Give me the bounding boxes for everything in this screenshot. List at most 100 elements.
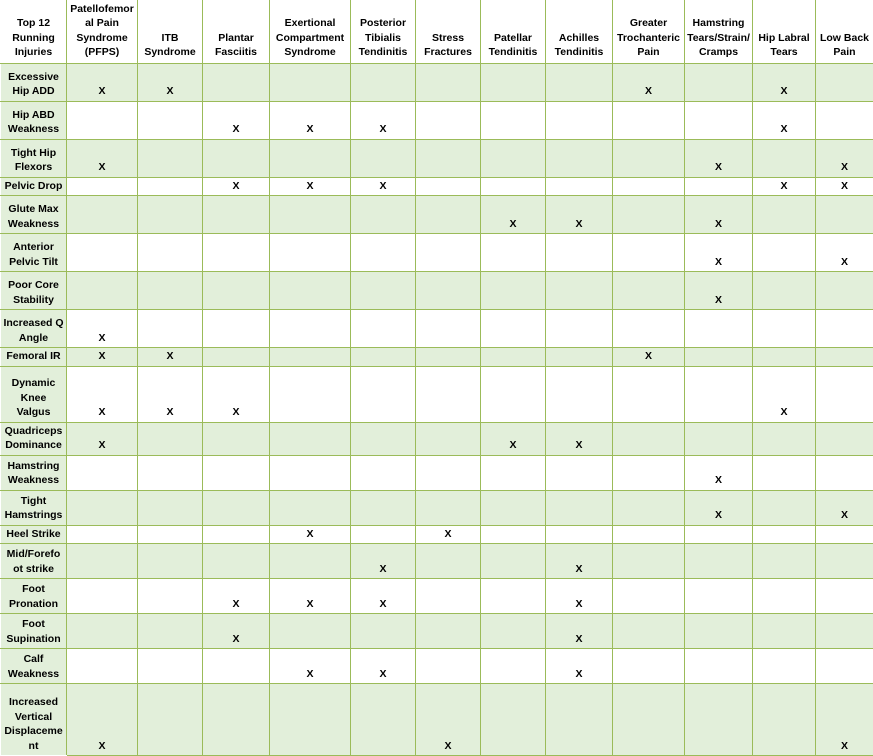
- cell-empty: [351, 455, 416, 490]
- cell-empty: [481, 544, 546, 579]
- cell-empty: [753, 139, 816, 177]
- cell-empty: [416, 490, 481, 525]
- cell-empty: [753, 455, 816, 490]
- cell-marked: X: [546, 649, 613, 684]
- cell-marked: X: [351, 101, 416, 139]
- cell-empty: [685, 101, 753, 139]
- cell-empty: [351, 366, 416, 422]
- cell-marked: X: [753, 101, 816, 139]
- cell-empty: [203, 649, 270, 684]
- cell-empty: [613, 614, 685, 649]
- cell-empty: [753, 422, 816, 455]
- column-header-11: Low Back Pain: [816, 1, 873, 64]
- cell-empty: [816, 455, 873, 490]
- table-row: Poor Core Stability X: [1, 272, 873, 310]
- table-row: Hamstring WeaknessX: [1, 455, 873, 490]
- cell-empty: [416, 649, 481, 684]
- cell-empty: [67, 455, 138, 490]
- cell-empty: [613, 366, 685, 422]
- cell-empty: [685, 544, 753, 579]
- row-header-16: Foot Supination: [1, 614, 67, 649]
- cell-empty: [685, 366, 753, 422]
- cell-marked: X: [351, 649, 416, 684]
- cell-empty: [613, 455, 685, 490]
- cell-empty: [613, 579, 685, 614]
- column-header-7: Achilles Tendinitis: [546, 1, 613, 64]
- cell-empty: [67, 272, 138, 310]
- cell-marked: X: [416, 525, 481, 543]
- cell-empty: [481, 455, 546, 490]
- table-row: Femoral IRXXX: [1, 348, 873, 366]
- cell-empty: [481, 348, 546, 366]
- cell-empty: [753, 490, 816, 525]
- cell-marked: X: [546, 614, 613, 649]
- cell-marked: X: [67, 422, 138, 455]
- cell-empty: [685, 348, 753, 366]
- cell-empty: [816, 614, 873, 649]
- cell-empty: [816, 348, 873, 366]
- column-header-10: Hip Labral Tears: [753, 1, 816, 64]
- cell-empty: [67, 579, 138, 614]
- cell-empty: [613, 422, 685, 455]
- cell-empty: [138, 234, 203, 272]
- cell-empty: [613, 684, 685, 756]
- cell-empty: [270, 455, 351, 490]
- cell-empty: [138, 101, 203, 139]
- cell-marked: X: [546, 196, 613, 234]
- cell-empty: [613, 234, 685, 272]
- cell-empty: [203, 684, 270, 756]
- cell-empty: [613, 101, 685, 139]
- table-row: Calf WeaknessXXX: [1, 649, 873, 684]
- running-injuries-matrix: Top 12 Running InjuriesPatellofemoral Pa…: [0, 0, 873, 756]
- cell-empty: [203, 63, 270, 101]
- cell-empty: [816, 196, 873, 234]
- table-row: Increased Q AngleX: [1, 310, 873, 348]
- cell-empty: [138, 544, 203, 579]
- cell-marked: X: [67, 348, 138, 366]
- row-header-4: Glute Max Weakness: [1, 196, 67, 234]
- cell-empty: [816, 366, 873, 422]
- table-row: Tight HamstringsXX: [1, 490, 873, 525]
- cell-empty: [203, 196, 270, 234]
- cell-empty: [613, 649, 685, 684]
- table-row: Foot PronationXXXX: [1, 579, 873, 614]
- table-row: Anterior Pelvic TiltXX: [1, 234, 873, 272]
- cell-marked: X: [816, 139, 873, 177]
- cell-empty: [481, 490, 546, 525]
- cell-marked: X: [138, 63, 203, 101]
- cell-empty: [753, 579, 816, 614]
- table-row: Dynamic Knee ValgusXXXX: [1, 366, 873, 422]
- cell-empty: [351, 684, 416, 756]
- cell-empty: [416, 422, 481, 455]
- row-header-6: Poor Core Stability: [1, 272, 67, 310]
- row-header-9: Dynamic Knee Valgus: [1, 366, 67, 422]
- cell-empty: [416, 579, 481, 614]
- cell-empty: [481, 684, 546, 756]
- column-header-2: Plantar Fasciitis: [203, 1, 270, 64]
- cell-empty: [416, 310, 481, 348]
- table-row: Excessive Hip ADDXXXX: [1, 63, 873, 101]
- cell-marked: X: [753, 63, 816, 101]
- cell-empty: [270, 684, 351, 756]
- cell-empty: [351, 196, 416, 234]
- cell-empty: [67, 544, 138, 579]
- cell-empty: [816, 101, 873, 139]
- cell-empty: [753, 272, 816, 310]
- cell-marked: X: [685, 196, 753, 234]
- cell-empty: [481, 234, 546, 272]
- cell-empty: [138, 525, 203, 543]
- cell-empty: [203, 525, 270, 543]
- cell-empty: [546, 684, 613, 756]
- cell-marked: X: [270, 177, 351, 195]
- cell-empty: [203, 490, 270, 525]
- cell-marked: X: [685, 272, 753, 310]
- table-row: Tight Hip FlexorsXXX: [1, 139, 873, 177]
- cell-empty: [416, 63, 481, 101]
- cell-empty: [138, 455, 203, 490]
- row-header-12: Tight Hamstrings: [1, 490, 67, 525]
- cell-empty: [685, 579, 753, 614]
- cell-empty: [416, 177, 481, 195]
- cell-empty: [203, 348, 270, 366]
- cell-marked: X: [67, 684, 138, 756]
- cell-empty: [351, 310, 416, 348]
